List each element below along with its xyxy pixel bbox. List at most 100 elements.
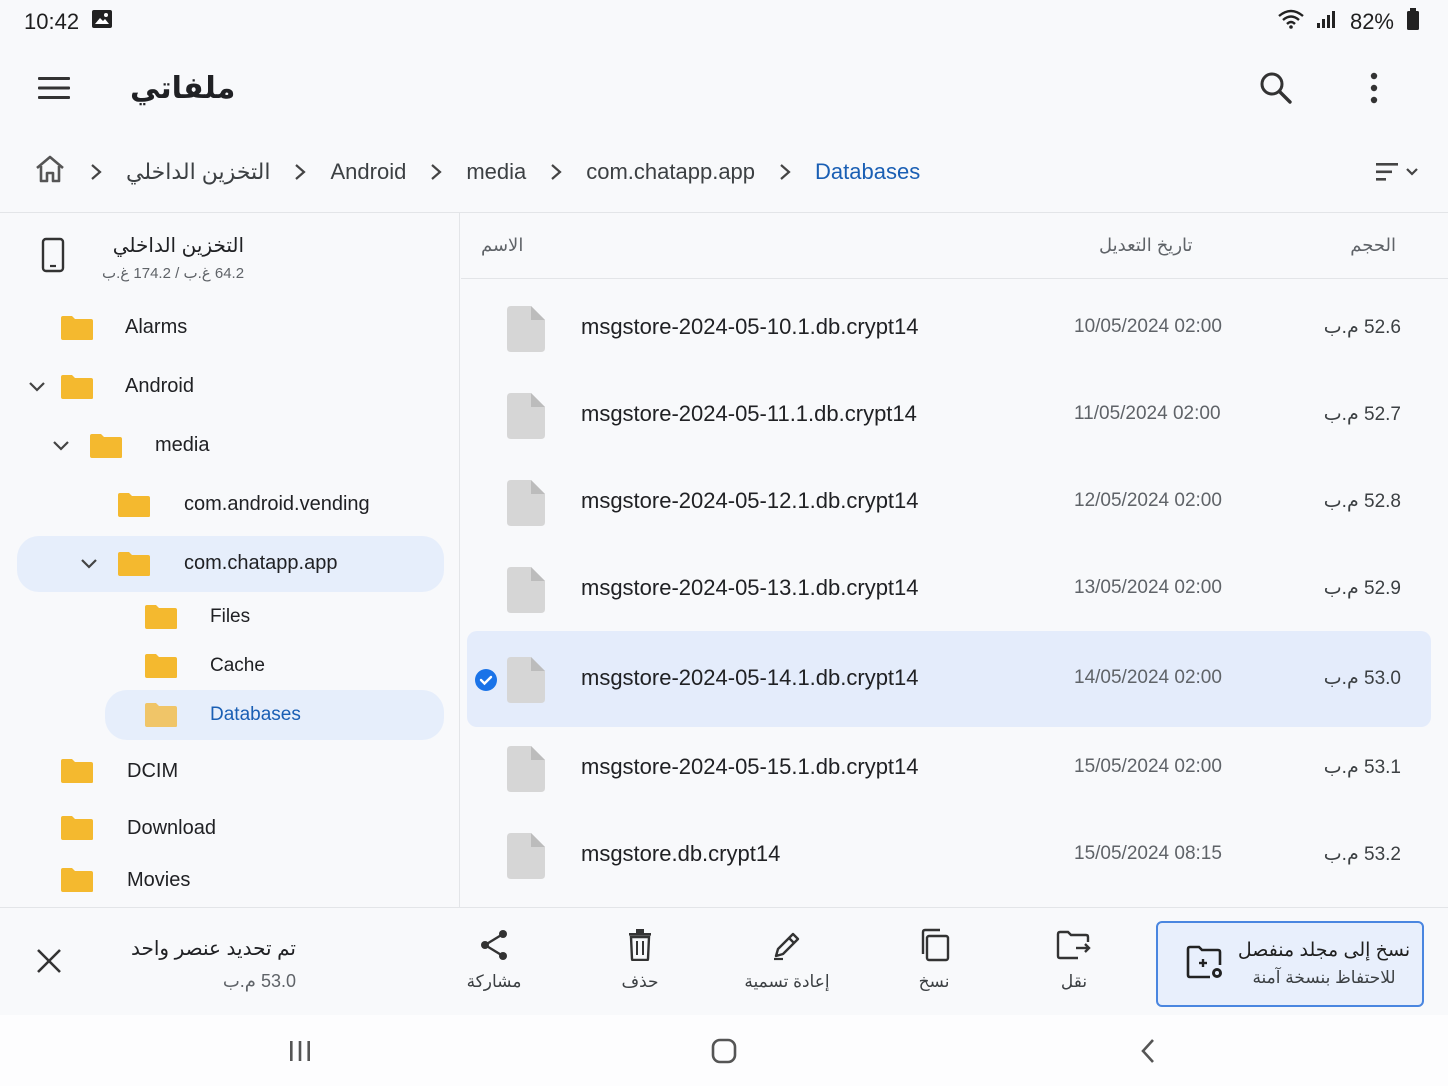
tree-item-download[interactable]: Download (0, 802, 459, 854)
copy-to-secure-folder-button[interactable]: نسخ إلى مجلد منفصل للاحتفاظ بنسخة آمنة (1156, 921, 1424, 1007)
more-options-icon[interactable] (1350, 64, 1398, 112)
file-size: 52.7 م.ب (1323, 404, 1401, 425)
tree-label: Cache (210, 655, 265, 676)
tree-item-com-android-vending[interactable]: com.android.vending (0, 479, 459, 531)
battery-icon (1406, 8, 1420, 36)
file-name: msgstore-2024-05-10.1.db.crypt14 (581, 314, 919, 339)
file-date: 12/05/2024 02:00 (1074, 490, 1222, 511)
battery-percent: 82% (1349, 9, 1394, 34)
delete-button[interactable]: حذف (590, 926, 690, 1002)
file-row[interactable]: msgstore-2024-05-13.1.db.crypt14 13/05/2… (467, 541, 1431, 637)
file-row[interactable]: msgstore-2024-05-15.1.db.crypt14 15/05/2… (467, 720, 1431, 816)
file-name: msgstore-2024-05-12.1.db.crypt14 (581, 488, 919, 513)
column-size-header[interactable]: الحجم (1350, 235, 1396, 256)
selection-action-bar: تم تحديد عنصر واحد 53.0 م.ب مشاركة حذف إ… (0, 907, 1448, 1015)
share-button[interactable]: مشاركة (444, 926, 544, 1002)
tree-label: com.chatapp.app (184, 552, 338, 574)
recent-apps-icon[interactable] (280, 1035, 320, 1067)
chevron-right-icon (76, 163, 116, 181)
app-title: ملفاتي (130, 71, 236, 105)
chevron-down-icon[interactable] (27, 377, 47, 397)
copy-button[interactable]: نسخ (884, 926, 984, 1002)
home-icon[interactable] (34, 154, 76, 190)
file-name: msgstore.db.crypt14 (581, 841, 781, 866)
breadcrumb-databases[interactable]: Databases (805, 159, 930, 185)
search-icon[interactable] (1252, 64, 1300, 112)
file-name: msgstore-2024-05-15.1.db.crypt14 (581, 754, 919, 779)
tree-label: com.android.vending (184, 493, 370, 515)
tree-item-files[interactable]: Files (0, 591, 459, 643)
file-icon (507, 306, 545, 352)
share-label: مشاركة (466, 972, 522, 991)
chevron-down-icon[interactable] (51, 436, 71, 456)
chevron-right-icon (765, 163, 805, 181)
tree-item-databases[interactable]: Databases (105, 690, 444, 740)
file-date: 15/05/2024 08:15 (1074, 843, 1222, 864)
tree-label: DCIM (127, 760, 179, 782)
breadcrumb-android[interactable]: Android (320, 159, 416, 185)
share-icon (479, 926, 509, 964)
tree-label: Alarms (125, 316, 188, 338)
breadcrumb-internal-storage[interactable]: التخزين الداخلي (116, 159, 280, 185)
folder-icon (118, 552, 150, 576)
file-size: 52.8 م.ب (1323, 491, 1401, 512)
folder-tree-sidebar: التخزين الداخلي 64.2 غ.ب / 174.2 غ.ب Ala… (0, 213, 460, 907)
file-date: 15/05/2024 02:00 (1074, 756, 1222, 777)
gallery-notification-icon (91, 9, 113, 35)
home-nav-icon[interactable] (704, 1035, 744, 1067)
rename-label: إعادة تسمية (744, 972, 830, 991)
file-date: 10/05/2024 02:00 (1074, 316, 1222, 337)
file-row[interactable]: msgstore.db.crypt14 15/05/2024 08:15 53.… (467, 807, 1431, 903)
file-row[interactable]: msgstore-2024-05-10.1.db.crypt14 10/05/2… (467, 280, 1431, 376)
tree-item-android[interactable]: Android (0, 361, 459, 413)
file-row-selected[interactable]: msgstore-2024-05-14.1.db.crypt14 14/05/2… (467, 631, 1431, 727)
delete-label: حذف (621, 972, 659, 991)
move-button[interactable]: نقل (1024, 926, 1124, 1002)
menu-icon[interactable] (30, 64, 78, 112)
file-size: 53.1 م.ب (1323, 757, 1401, 778)
tree-label: Download (127, 817, 216, 839)
file-icon (507, 393, 545, 439)
column-date-header[interactable]: تاريخ التعديل (1099, 235, 1193, 256)
sort-icon[interactable] (1374, 160, 1420, 184)
file-date: 13/05/2024 02:00 (1074, 577, 1222, 598)
tree-item-com-chatapp-app[interactable]: com.chatapp.app (17, 536, 444, 592)
breadcrumb-media[interactable]: media (456, 159, 536, 185)
tree-label: Movies (127, 869, 191, 891)
storage-name: التخزين الداخلي (112, 234, 245, 257)
internal-storage-item[interactable]: التخزين الداخلي 64.2 غ.ب / 174.2 غ.ب (0, 213, 459, 301)
file-size: 53.2 م.ب (1323, 844, 1401, 865)
app-bar: ملفاتي (0, 48, 1448, 128)
copy-icon (918, 926, 950, 964)
folder-icon (145, 703, 177, 727)
selection-size: 53.0 م.ب (222, 971, 296, 991)
back-nav-icon[interactable] (1128, 1035, 1168, 1067)
phone-icon (40, 237, 66, 278)
chevron-down-icon[interactable] (79, 554, 99, 574)
file-icon (507, 833, 545, 879)
checkmark-circle-icon[interactable] (475, 669, 497, 691)
chevron-right-icon (536, 163, 576, 181)
secure-copy-line1: نسخ إلى مجلد منفصل (1237, 940, 1411, 961)
file-icon (507, 746, 545, 792)
breadcrumb-chatapp[interactable]: com.chatapp.app (576, 159, 765, 185)
tree-item-movies[interactable]: Movies (0, 854, 459, 906)
tree-item-media[interactable]: media (0, 420, 459, 472)
move-label: نقل (1060, 972, 1088, 991)
tree-item-cache[interactable]: Cache (0, 640, 459, 692)
rename-button[interactable]: إعادة تسمية (737, 926, 837, 1002)
tree-item-dcim[interactable]: DCIM (0, 745, 459, 797)
close-icon[interactable] (26, 938, 72, 984)
tree-item-alarms[interactable]: Alarms (0, 302, 459, 354)
tree-label: Files (210, 606, 251, 627)
file-size: 52.9 م.ب (1323, 578, 1401, 599)
folder-icon (118, 493, 150, 517)
system-nav-bar (0, 1015, 1448, 1086)
file-name: msgstore-2024-05-14.1.db.crypt14 (581, 665, 919, 690)
file-row[interactable]: msgstore-2024-05-12.1.db.crypt14 12/05/2… (467, 454, 1431, 550)
column-name-header[interactable]: الاسم (481, 235, 523, 256)
storage-usage: 64.2 غ.ب / 174.2 غ.ب (102, 264, 245, 282)
file-row[interactable]: msgstore-2024-05-11.1.db.crypt14 11/05/2… (467, 367, 1431, 463)
folder-icon (145, 605, 177, 629)
status-time: 10:42 (24, 9, 80, 34)
